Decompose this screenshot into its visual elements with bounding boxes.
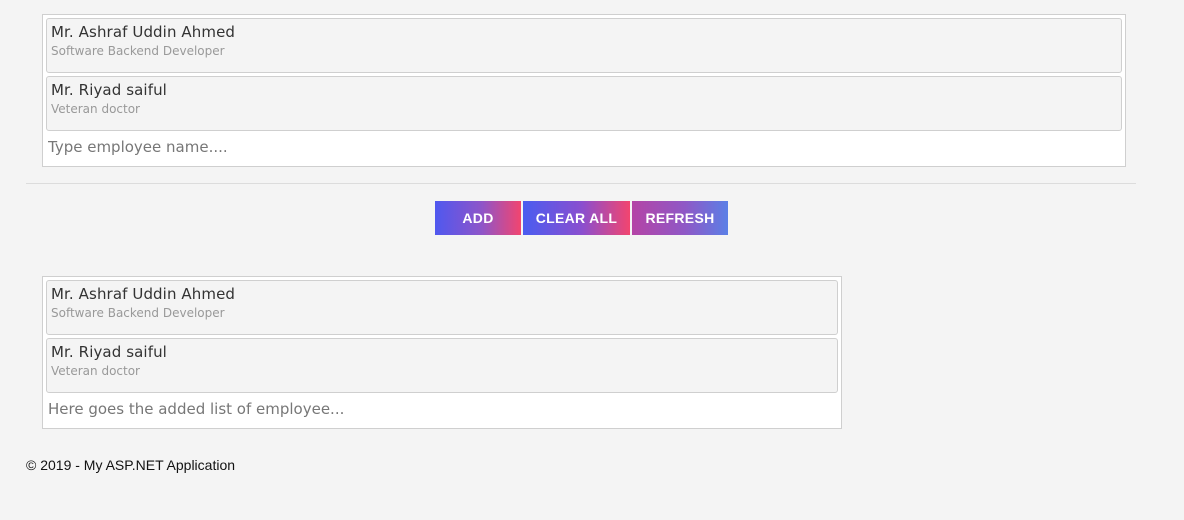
employee-role: Software Backend Developer	[51, 306, 225, 320]
clear-all-button[interactable]: CLEAR ALL	[523, 201, 630, 235]
action-buttons: ADD CLEAR ALL REFRESH	[435, 201, 728, 235]
employee-role: Software Backend Developer	[51, 44, 225, 58]
employee-search-box[interactable]: Mr. Ashraf Uddin Ahmed Software Backend …	[42, 14, 1126, 167]
employee-chip[interactable]: Mr. Riyad saiful Veteran doctor	[46, 338, 838, 393]
employee-chip[interactable]: Mr. Ashraf Uddin Ahmed Software Backend …	[46, 18, 1122, 73]
employee-name: Mr. Riyad saiful	[51, 81, 167, 99]
employee-role: Veteran doctor	[51, 102, 140, 116]
employee-name: Mr. Riyad saiful	[51, 343, 167, 361]
employee-chip[interactable]: Mr. Riyad saiful Veteran doctor	[46, 76, 1122, 131]
added-employee-list-box[interactable]: Mr. Ashraf Uddin Ahmed Software Backend …	[42, 276, 842, 429]
divider	[26, 183, 1136, 184]
added-employee-input[interactable]	[46, 398, 801, 420]
footer-copyright: © 2019 - My ASP.NET Application	[26, 457, 236, 473]
employee-role: Veteran doctor	[51, 364, 140, 378]
employee-name: Mr. Ashraf Uddin Ahmed	[51, 285, 236, 303]
employee-name-input[interactable]	[46, 136, 1071, 158]
employee-chip[interactable]: Mr. Ashraf Uddin Ahmed Software Backend …	[46, 280, 838, 335]
employee-name: Mr. Ashraf Uddin Ahmed	[51, 23, 236, 41]
refresh-button[interactable]: REFRESH	[632, 201, 728, 235]
add-button[interactable]: ADD	[435, 201, 521, 235]
page: Mr. Ashraf Uddin Ahmed Software Backend …	[0, 0, 1184, 520]
